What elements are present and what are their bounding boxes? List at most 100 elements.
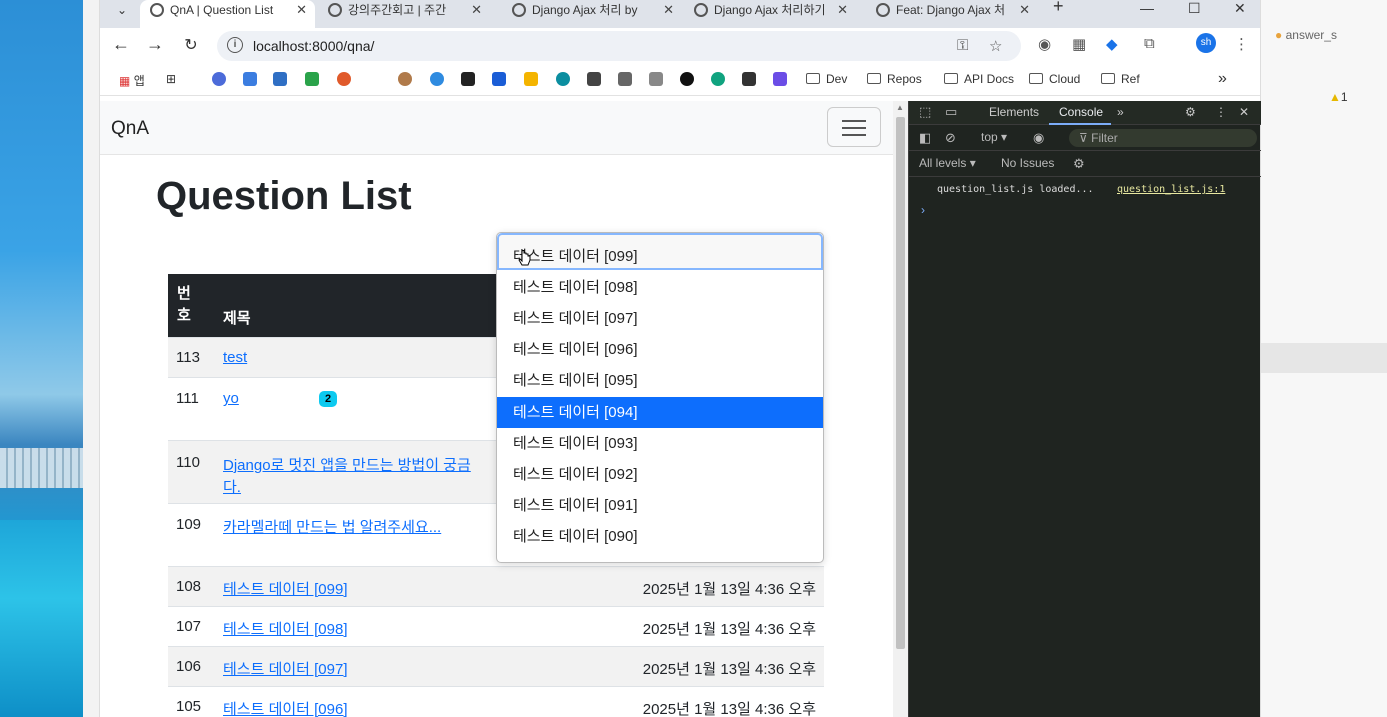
scroll-up-icon[interactable]: ▲ (896, 103, 904, 112)
settings-gear-icon[interactable]: ⚙ (1185, 105, 1196, 119)
key-icon[interactable]: ⚿ (957, 37, 968, 54)
dropdown-option[interactable]: 테스트 데이터 [093] (497, 428, 823, 459)
question-link[interactable]: 테스트 데이터 [097] (223, 658, 348, 679)
bookmark-chatgpt-icon[interactable] (711, 72, 725, 86)
question-link[interactable]: 테스트 데이터 [096] (223, 698, 348, 717)
bookmark-folder-ref[interactable]: Ref (1101, 72, 1140, 86)
reload-button[interactable]: ↻ (179, 35, 203, 55)
dropdown-option[interactable]: 테스트 데이터 [098] (497, 272, 823, 303)
close-icon[interactable]: ✕ (1239, 105, 1249, 119)
extension-grid-icon[interactable]: ▦ (1072, 35, 1086, 53)
bookmark-icon-17[interactable] (742, 72, 756, 86)
navbar-toggler-button[interactable] (827, 107, 881, 147)
camera-icon[interactable]: ◉ (1038, 35, 1051, 53)
device-toggle-icon[interactable]: ▭ (945, 104, 957, 120)
url-text[interactable]: localhost:8000/qna/ (253, 38, 374, 54)
bookmark-drive-icon[interactable] (524, 72, 538, 86)
tab-feat-django-ajax[interactable]: Feat: Django Ajax 처 ✕ (866, 0, 1038, 28)
bookmark-grid-icon[interactable]: ⊞ (166, 72, 176, 86)
page-scrollbar[interactable]: ▲ (893, 101, 908, 717)
background-file-label[interactable]: ● answer_s (1275, 28, 1337, 42)
inspect-element-icon[interactable]: ⬚ (919, 104, 931, 120)
clear-console-icon[interactable]: ⊘ (945, 130, 956, 146)
question-link[interactable]: test (223, 349, 247, 366)
scrollbar-thumb[interactable] (896, 117, 905, 649)
dropdown-option[interactable]: 테스트 데이터 [090] (497, 521, 823, 552)
new-tab-button[interactable]: + (1053, 0, 1064, 17)
minimize-button[interactable]: — (1140, 0, 1154, 16)
close-icon[interactable]: ✕ (471, 0, 482, 20)
question-link[interactable]: yo (223, 390, 239, 407)
sidebar-toggle-icon[interactable]: ◧ (919, 130, 931, 146)
question-link-continued[interactable]: 다. (223, 476, 241, 497)
close-icon[interactable]: ✕ (837, 0, 848, 20)
tab-elements[interactable]: Elements (989, 105, 1039, 119)
filter-input[interactable]: ⊽ Filter (1069, 129, 1257, 147)
console-log-source-link[interactable]: question_list.js:1 (1117, 184, 1225, 195)
bookmark-openai-icon[interactable] (680, 72, 694, 86)
dropdown-option[interactable]: 테스트 데이터 [097] (497, 303, 823, 334)
warning-count[interactable]: ▲1 (1329, 90, 1348, 104)
maximize-button[interactable]: ☐ (1188, 0, 1201, 17)
bookmark-folder-dev[interactable]: Dev (806, 72, 847, 86)
dropdown-option[interactable]: 테스트 데이터 [096] (497, 334, 823, 365)
bookmark-icon-1[interactable] (212, 72, 226, 86)
bookmark-icon-18[interactable] (773, 72, 787, 86)
bookmark-m-icon[interactable] (461, 72, 475, 86)
bookmark-apps[interactable]: ▦ 앱 (119, 72, 145, 89)
forward-button[interactable]: → (143, 34, 167, 55)
kebab-menu-icon[interactable]: ⋮ (1215, 105, 1227, 119)
tab-qna[interactable]: QnA | Question List ✕ (140, 0, 315, 28)
star-icon[interactable]: ☆ (989, 37, 1002, 55)
close-window-button[interactable]: ✕ (1234, 0, 1246, 17)
console-prompt[interactable]: › (921, 203, 925, 217)
tab-weekly-review[interactable]: 강의주간회고 | 주간 ✕ (318, 0, 490, 28)
back-button[interactable]: ← (109, 34, 133, 55)
log-levels-dropdown[interactable]: All levels ▾ (919, 156, 976, 170)
site-brand[interactable]: QnA (111, 118, 149, 140)
kebab-menu-icon[interactable]: ⋮ (1234, 35, 1249, 53)
bookmark-icon-14[interactable] (649, 72, 663, 86)
puzzle-icon[interactable]: ⧉ (1144, 35, 1155, 52)
dropdown-option-highlighted[interactable]: 테스트 데이터 [094] (497, 397, 823, 428)
bookmark-icon-5[interactable] (337, 72, 351, 86)
more-tabs-icon[interactable]: » (1117, 105, 1124, 119)
dropdown-option[interactable]: 테스트 데이터 [091] (497, 490, 823, 521)
close-icon[interactable]: ✕ (296, 0, 307, 20)
bookmark-avatar-icon[interactable] (398, 72, 412, 86)
bookmark-icon-9[interactable] (492, 72, 506, 86)
bookmark-calendar-icon[interactable] (243, 72, 257, 86)
question-link[interactable]: Django로 멋진 앱을 만드는 방법이 궁금 (223, 454, 471, 475)
tab-django-ajax-2[interactable]: Django Ajax 처리하기 ✕ (684, 0, 856, 28)
bookmark-folder-repos[interactable]: Repos (867, 72, 922, 86)
bookmark-icon-3[interactable] (273, 72, 287, 86)
profile-avatar[interactable]: sh (1196, 33, 1216, 53)
question-link[interactable]: 카라멜라떼 만드는 법 알려주세요... (223, 516, 441, 537)
site-info-icon[interactable]: i (227, 37, 243, 53)
tab-console[interactable]: Console (1059, 105, 1103, 119)
extension-icon[interactable]: ◆ (1106, 35, 1118, 53)
bookmark-w-icon[interactable] (305, 72, 319, 86)
console-settings-icon[interactable]: ⚙ (1073, 156, 1085, 172)
bookmark-icon-7[interactable] (430, 72, 444, 86)
close-icon[interactable]: ✕ (663, 0, 674, 20)
eye-icon[interactable]: ◉ (1033, 130, 1044, 146)
bookmark-icon-13[interactable] (618, 72, 632, 86)
bookmarks-overflow-icon[interactable]: » (1218, 70, 1227, 88)
issues-count[interactable]: No Issues (1001, 156, 1054, 170)
tab-search-button[interactable]: ⌄ (108, 0, 138, 28)
question-link[interactable]: 테스트 데이터 [098] (223, 618, 348, 639)
question-link-text[interactable]: yo (223, 390, 239, 407)
bookmark-icon-11[interactable] (556, 72, 570, 86)
context-selector[interactable]: top ▾ (981, 130, 1007, 144)
close-icon[interactable]: ✕ (1019, 0, 1030, 20)
bookmark-icon-12[interactable] (587, 72, 601, 86)
bookmark-folder-cloud[interactable]: Cloud (1029, 72, 1080, 86)
tab-django-ajax-1[interactable]: Django Ajax 처리 by ✕ (502, 0, 682, 28)
bookmark-folder-api-docs[interactable]: API Docs (944, 72, 1014, 86)
dropdown-option[interactable]: 테스트 데이터 [095] (497, 365, 823, 396)
question-link[interactable]: 테스트 데이터 [099] (223, 578, 348, 599)
address-bar[interactable]: i localhost:8000/qna/ ⚿ ☆ (217, 31, 1021, 61)
dropdown-option[interactable]: 테스트 데이터 [099] (497, 241, 823, 272)
dropdown-option[interactable]: 테스트 데이터 [092] (497, 459, 823, 490)
